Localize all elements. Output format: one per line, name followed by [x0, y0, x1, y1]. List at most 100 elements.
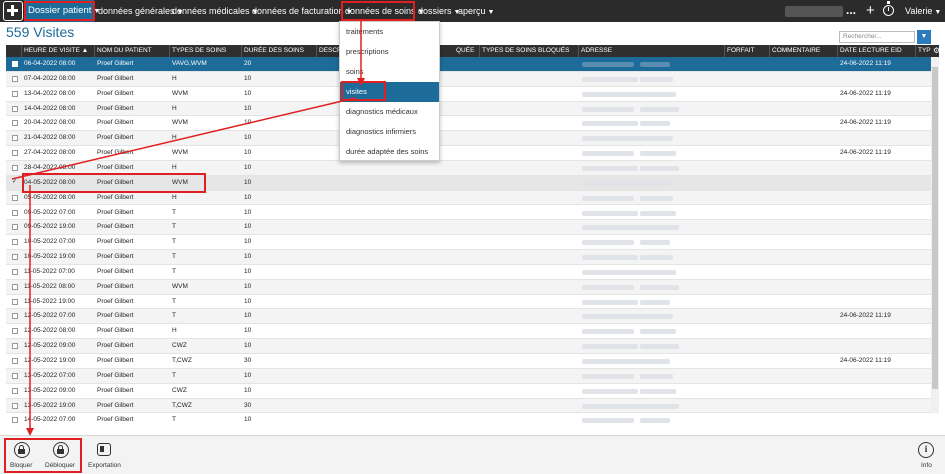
header-adresse[interactable]: ADRESSE	[579, 45, 725, 57]
header-nom-du-patient[interactable]: NOM DU PATIENT	[95, 45, 170, 57]
row-checkbox[interactable]	[12, 387, 18, 394]
header-heure-de-visite[interactable]: HEURE DE VISITE ▲	[22, 45, 95, 57]
menu-item-prescriptions[interactable]: prescriptions	[340, 42, 439, 62]
cell-duree-des-soins: 10	[244, 342, 252, 350]
table-row[interactable]: 05-05-2022 08:00 Proef Gilbert H 10	[6, 190, 931, 206]
search-input[interactable]: Rechercher...	[839, 31, 915, 43]
debloquer-button[interactable]: Débloquer	[40, 436, 80, 474]
table-row[interactable]: 13-05-2022 07:00 Proef Gilbert T 10	[6, 368, 931, 384]
exportation-button[interactable]: Exportation	[84, 436, 126, 474]
table-row[interactable]: 07-04-2022 08:00 Proef Gilbert H 10	[6, 71, 931, 87]
table-row[interactable]: 13-04-2022 08:00 Proef Gilbert WVM 10 24-06-…	[6, 87, 931, 102]
table-row[interactable]: 28-04-2022 08:00 Proef Gilbert H 10	[6, 160, 931, 176]
add-icon[interactable]: +	[866, 0, 875, 22]
row-checkbox[interactable]	[12, 75, 18, 82]
header-duree-des-soins[interactable]: DURÉE DES SOINS	[242, 45, 317, 57]
app-logo-icon[interactable]	[3, 1, 23, 21]
table-row[interactable]: 11-05-2022 07:00 Proef Gilbert T 10	[6, 265, 931, 280]
filter-icon[interactable]: ▼	[917, 30, 931, 44]
row-checkbox[interactable]	[12, 343, 18, 350]
menu-item-soins[interactable]: soins	[340, 62, 439, 82]
menu-apercu[interactable]: aperçu ▼	[458, 0, 494, 22]
row-checkbox[interactable]	[12, 224, 18, 231]
header-type[interactable]: TYP	[916, 45, 931, 57]
table-row[interactable]: 12-05-2022 07:00 Proef Gilbert T 10 24-06-20…	[6, 309, 931, 325]
table-row[interactable]: 09-05-2022 07:00 Proef Gilbert T 10	[6, 206, 931, 221]
menu-dossier-patient[interactable]: Dossier patient ▼	[24, 0, 100, 22]
table-row[interactable]: 10-05-2022 19:00 Proef Gilbert T 10	[6, 250, 931, 265]
menu-item-diagnostics-infirmiers[interactable]: diagnostics infirmiers	[340, 122, 439, 142]
row-checkbox[interactable]	[12, 298, 18, 305]
table-row[interactable]: 20-04-2022 08:00 Proef Gilbert WVM 10 24-06-…	[6, 116, 931, 132]
table-row[interactable]: 14-05-2022 07:00 Proef Gilbert T 10	[6, 413, 931, 423]
column-settings-icon[interactable]: ⚙	[931, 45, 939, 57]
table-row[interactable]: 21-04-2022 08:00 Proef Gilbert H 10	[6, 131, 931, 147]
row-checkbox[interactable]	[12, 372, 18, 379]
blurred-address	[582, 225, 642, 231]
row-checkbox[interactable]	[12, 105, 18, 112]
row-checkbox[interactable]: ✓	[12, 179, 18, 186]
menu-item-visites[interactable]: visites	[340, 82, 439, 102]
table-row[interactable]: 14-04-2022 08:00 Proef Gilbert H 10	[6, 101, 931, 117]
table-row[interactable]: 12-05-2022 19:00 Proef Gilbert T,CWZ 30 24-0…	[6, 354, 931, 369]
row-checkbox[interactable]	[12, 358, 18, 364]
table-header: HEURE DE VISITE ▲ NOM DU PATIENT TYPES D…	[6, 45, 939, 57]
header-select-all[interactable]	[6, 45, 22, 57]
header-forfait[interactable]: FORFAIT	[725, 45, 770, 57]
row-checkbox[interactable]	[12, 61, 18, 67]
cell-duree-des-soins: 10	[244, 416, 252, 423]
cell-heure-de-visite: 05-05-2022 08:00	[24, 193, 76, 201]
row-checkbox[interactable]	[12, 194, 18, 201]
table-row[interactable]: 27-04-2022 08:00 Proef Gilbert WVM 10 24-06-…	[6, 146, 931, 161]
menu-donnees-facturation[interactable]: données de facturation ▼	[252, 0, 353, 22]
vertical-scrollbar[interactable]	[931, 57, 939, 413]
blurred-address	[582, 151, 634, 157]
menu-donnees-medicales[interactable]: données médicales ▼	[172, 0, 259, 22]
table-row[interactable]: 09-05-2022 19:00 Proef Gilbert T 10	[6, 220, 931, 236]
cell-types-de-soins: T	[172, 371, 176, 379]
row-checkbox[interactable]	[12, 135, 18, 142]
table-row[interactable]: 11-05-2022 19:00 Proef Gilbert T 10	[6, 295, 931, 310]
cell-types-de-soins: T	[172, 312, 176, 320]
menu-donnees-generales[interactable]: données générales ▼	[98, 0, 184, 22]
row-checkbox[interactable]	[12, 254, 18, 261]
row-checkbox[interactable]	[12, 209, 18, 216]
user-menu[interactable]: Valerie ▼	[905, 0, 941, 22]
menu-donnees-de-soins[interactable]: données de soins ▼	[345, 0, 425, 22]
cell-types-de-soins: T,CWZ	[172, 401, 192, 409]
header-types-de-soins[interactable]: TYPES DE SOINS	[170, 45, 242, 57]
table-row[interactable]: 13-05-2022 09:00 Proef Gilbert CWZ 10	[6, 384, 931, 399]
row-checkbox[interactable]	[12, 120, 18, 127]
row-checkbox[interactable]	[12, 90, 18, 97]
menu-item-diagnostics-medicaux[interactable]: diagnostics médicaux	[340, 102, 439, 122]
table-row[interactable]: 12-05-2022 09:00 Proef Gilbert CWZ 10	[6, 339, 931, 354]
menu-item-traitements[interactable]: traitements	[340, 22, 439, 42]
row-checkbox[interactable]	[12, 239, 18, 246]
row-checkbox[interactable]	[12, 328, 18, 335]
table-row[interactable]: 11-05-2022 08:00 Proef Gilbert WVM 10	[6, 279, 931, 295]
header-types-bloques[interactable]: TYPES DE SOINS BLOQUÉS	[480, 45, 579, 57]
blurred-address	[582, 106, 634, 112]
table-row[interactable]: 13-05-2022 19:00 Proef Gilbert T,CWZ 30	[6, 398, 931, 414]
stopwatch-icon[interactable]	[883, 1, 894, 16]
row-checkbox[interactable]	[12, 164, 18, 171]
exportation-label: Exportation	[88, 462, 121, 469]
table-row[interactable]: 12-05-2022 08:00 Proef Gilbert H 10	[6, 324, 931, 340]
row-checkbox[interactable]	[12, 402, 18, 409]
row-checkbox[interactable]	[12, 268, 18, 275]
more-options-icon[interactable]: ...	[846, 0, 856, 20]
menu-item-duree-adaptee[interactable]: durée adaptée des soins	[340, 142, 439, 162]
table-row[interactable]: 10-05-2022 07:00 Proef Gilbert T 10	[6, 235, 931, 251]
row-checkbox[interactable]	[12, 150, 18, 157]
table-row[interactable]: ✓ 04-05-2022 08:00 Proef Gilbert WVM 10	[6, 175, 931, 191]
menu-dossiers[interactable]: dossiers ▼	[418, 0, 460, 22]
info-button[interactable]: i Info	[912, 436, 940, 474]
bloquer-label: Bloquer	[10, 462, 33, 469]
vertical-scroll-thumb[interactable]	[932, 67, 938, 389]
header-commentaire[interactable]: COMMENTAIRE	[770, 45, 838, 57]
row-checkbox[interactable]	[12, 313, 18, 320]
bloquer-button[interactable]: Bloquer	[6, 436, 38, 474]
header-date-lecture-eid[interactable]: DATE LECTURE EID	[838, 45, 916, 57]
row-checkbox[interactable]	[12, 283, 18, 290]
table-row[interactable]: 06-04-2022 08:00 Proef Gilbert VAVG,WVM 20 2…	[6, 57, 931, 72]
